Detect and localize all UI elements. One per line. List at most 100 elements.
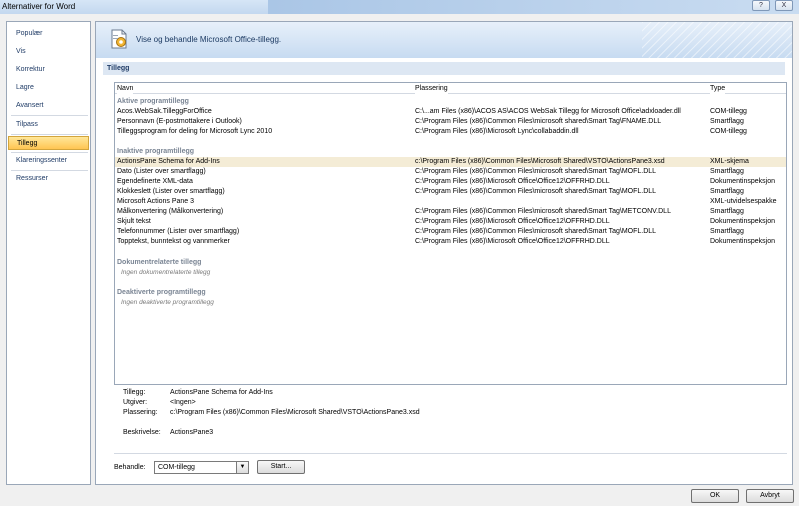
sidebar-divider	[11, 170, 88, 171]
banner-title: Vise og behandle Microsoft Office-tilleg…	[136, 35, 282, 44]
table-row[interactable]: Microsoft Actions Pane 3 XML-utvidelsesp…	[115, 197, 786, 207]
help-button[interactable]: ?	[752, 0, 770, 11]
table-row[interactable]: Skjult tekst C:\Program Files (x86)\Micr…	[115, 217, 786, 227]
main-panel: Vise og behandle Microsoft Office-tilleg…	[95, 21, 793, 485]
row-location: C:\Program Files (x86)\Microsoft Lync\co…	[415, 128, 579, 135]
table-row[interactable]: Målkonvertering (Målkonvertering) C:\Pro…	[115, 207, 786, 217]
row-location: C:\Program Files (x86)\Common Files\micr…	[415, 118, 662, 125]
sidebar-item-populaer[interactable]: Populær	[8, 27, 89, 41]
sidebar-item-lagre[interactable]: Lagre	[8, 81, 89, 95]
row-name: Telefonnummer (Lister over smartflagg)	[117, 228, 240, 235]
row-name: Tilleggsprogram for deling for Microsoft…	[117, 128, 273, 135]
manage-label: Behandle:	[114, 464, 146, 471]
group-disabled-title: Deaktiverte programtillegg	[117, 289, 206, 296]
row-type: XML-skjema	[710, 158, 749, 165]
section-title: Tillegg	[103, 62, 785, 75]
row-location: C:\Program Files (x86)\Common Files\micr…	[415, 188, 657, 195]
table-row[interactable]: Egendefinerte XML-data C:\Program Files …	[115, 177, 786, 187]
sidebar-divider	[11, 134, 88, 135]
addins-list[interactable]: Navn Plassering Type Aktive programtille…	[114, 82, 787, 385]
row-type: COM-tillegg	[710, 128, 747, 135]
group-active-title: Aktive programtillegg	[117, 98, 189, 105]
addin-details: Tillegg: ActionsPane Schema for Add-Ins …	[96, 389, 792, 449]
sidebar-item-korrektur[interactable]: Korrektur	[8, 63, 89, 77]
row-name: Skjult tekst	[117, 218, 151, 225]
detail-location-value: c:\Program Files (x86)\Common Files\Micr…	[170, 409, 420, 416]
sidebar-item-tillegg[interactable]: Tillegg	[8, 136, 89, 150]
start-button[interactable]: Start...	[257, 460, 305, 474]
sidebar-divider	[11, 115, 88, 116]
manage-selected-value: COM-tillegg	[158, 464, 195, 471]
sidebar-item-ressurser[interactable]: Ressurser	[8, 172, 89, 186]
row-name: Målkonvertering (Målkonvertering)	[117, 208, 224, 215]
title-bar: Alternativer for Word ? X	[0, 0, 799, 14]
sidebar-item-klareringssenter[interactable]: Klareringssenter	[8, 154, 89, 168]
row-type: Smartflagg	[710, 208, 744, 215]
table-row[interactable]: Personnavn (E-postmottakere i Outlook) C…	[115, 117, 786, 127]
row-name: Acos.WebSak.TilleggForOffice	[117, 108, 212, 115]
group-document-empty: Ingen dokumentrelaterte tillegg	[121, 269, 211, 276]
group-disabled-empty: Ingen deaktiverte programtillegg	[121, 299, 214, 306]
table-row-selected[interactable]: ActionsPane Schema for Add-Ins c:\Progra…	[115, 157, 786, 167]
row-type: Smartflagg	[710, 228, 744, 235]
table-row[interactable]: Klokkeslett (Lister over smartflagg) C:\…	[115, 187, 786, 197]
row-type: COM-tillegg	[710, 108, 747, 115]
row-location: c:\Program Files (x86)\Common Files\Micr…	[415, 158, 665, 165]
row-location: C:\Program Files (x86)\Common Files\micr…	[415, 168, 657, 175]
table-row[interactable]: Topptekst, bunntekst og vannmerker C:\Pr…	[115, 237, 786, 247]
divider	[114, 453, 787, 454]
window-title: Alternativer for Word	[2, 2, 76, 11]
sidebar-item-tilpass[interactable]: Tilpass	[8, 118, 89, 132]
title-bar-decoration	[268, 0, 799, 14]
table-row[interactable]: Acos.WebSak.TilleggForOffice C:\...am Fi…	[115, 107, 786, 117]
row-type: XML-utvidelsespakke	[710, 198, 777, 205]
row-type: Dokumentinspeksjon	[710, 218, 775, 225]
detail-location-label: Plassering:	[123, 409, 158, 416]
table-row[interactable]: Dato (Lister over smartflagg) C:\Program…	[115, 167, 786, 177]
page-banner: Vise og behandle Microsoft Office-tilleg…	[96, 22, 792, 58]
row-type: Dokumentinspeksjon	[710, 238, 775, 245]
list-header	[115, 83, 786, 94]
sidebar-item-vis[interactable]: Vis	[8, 45, 89, 59]
group-inactive-title: Inaktive programtillegg	[117, 148, 195, 155]
row-type: Smartflagg	[710, 118, 744, 125]
row-name: Dato (Lister over smartflagg)	[117, 168, 206, 175]
row-name: Topptekst, bunntekst og vannmerker	[117, 238, 230, 245]
column-header-type[interactable]: Type	[710, 83, 726, 94]
row-location: C:\...am Files (x86)\ACOS AS\ACOS WebSak…	[415, 108, 681, 115]
detail-description-label: Beskrivelse:	[123, 429, 161, 436]
row-name: Microsoft Actions Pane 3	[117, 198, 195, 205]
chevron-down-icon[interactable]: ▼	[236, 462, 248, 473]
row-location: C:\Program Files (x86)\Microsoft Office\…	[415, 238, 610, 245]
detail-addin-value: ActionsPane Schema for Add-Ins	[170, 389, 273, 396]
row-location: C:\Program Files (x86)\Common Files\micr…	[415, 208, 671, 215]
sidebar-item-avansert[interactable]: Avansert	[8, 99, 89, 113]
addins-gear-icon	[111, 29, 127, 49]
detail-publisher-label: Utgiver:	[123, 399, 148, 406]
cancel-button[interactable]: Avbryt	[746, 489, 794, 503]
detail-addin-label: Tillegg:	[123, 389, 146, 396]
row-name: Egendefinerte XML-data	[117, 178, 193, 185]
row-type: Dokumentinspeksjon	[710, 178, 775, 185]
row-name: Personnavn (E-postmottakere i Outlook)	[117, 118, 242, 125]
row-name: Klokkeslett (Lister over smartflagg)	[117, 188, 225, 195]
detail-description-value: ActionsPane3	[170, 429, 214, 436]
row-location: C:\Program Files (x86)\Microsoft Office\…	[415, 218, 610, 225]
table-row[interactable]: Tilleggsprogram for deling for Microsoft…	[115, 127, 786, 137]
row-location: C:\Program Files (x86)\Microsoft Office\…	[415, 178, 610, 185]
row-name: ActionsPane Schema for Add-Ins	[117, 158, 220, 165]
table-row[interactable]: Telefonnummer (Lister over smartflagg) C…	[115, 227, 786, 237]
detail-publisher-value: <Ingen>	[170, 399, 196, 406]
group-document-title: Dokumentrelaterte tillegg	[117, 259, 202, 266]
column-header-location[interactable]: Plassering	[415, 83, 448, 94]
row-location: C:\Program Files (x86)\Common Files\micr…	[415, 228, 657, 235]
manage-dropdown[interactable]: COM-tillegg ▼	[154, 461, 249, 474]
row-type: Smartflagg	[710, 168, 744, 175]
ok-button[interactable]: OK	[691, 489, 739, 503]
sidebar-nav: Populær Vis Korrektur Lagre Avansert Til…	[6, 21, 91, 485]
column-header-name[interactable]: Navn	[117, 83, 134, 94]
sidebar-divider	[11, 152, 88, 153]
row-type: Smartflagg	[710, 188, 744, 195]
close-button[interactable]: X	[775, 0, 793, 11]
banner-decoration	[642, 22, 792, 58]
